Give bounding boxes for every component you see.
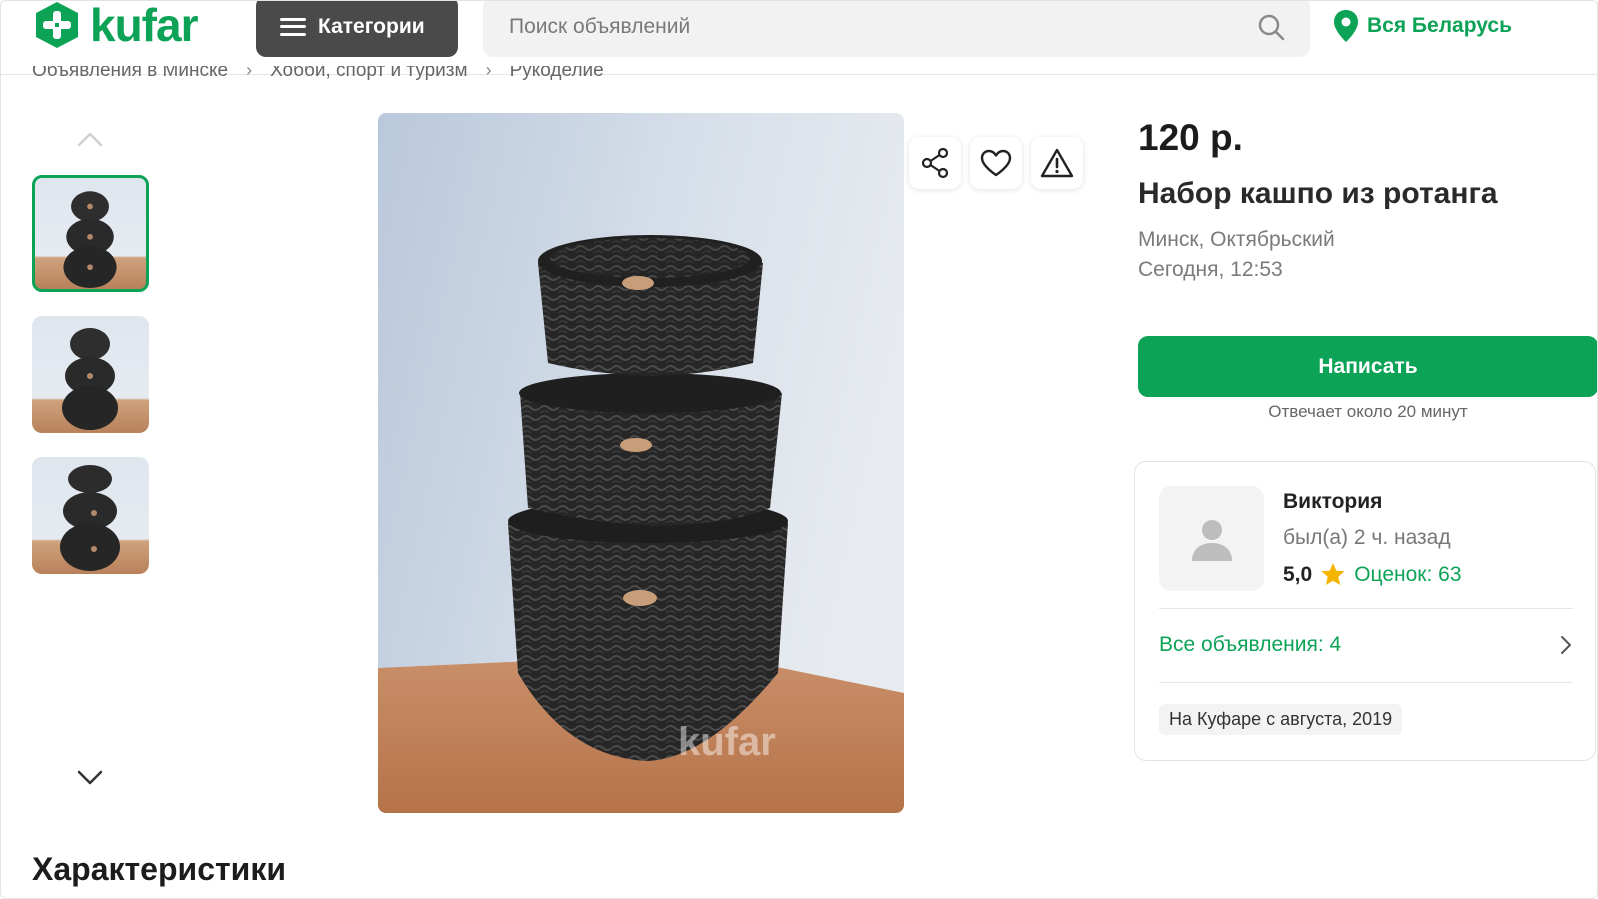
watermark: kufar xyxy=(678,720,776,764)
seller-last-seen: был(а) 2 ч. назад xyxy=(1283,526,1451,549)
heart-icon xyxy=(980,149,1012,177)
divider xyxy=(1159,608,1573,609)
seller-card: Виктория был(а) 2 ч. назад 5,0 Оценок: 6… xyxy=(1134,461,1596,761)
categories-button[interactable]: Категории xyxy=(256,0,458,57)
chevron-right-icon: › xyxy=(485,66,492,80)
share-icon xyxy=(921,147,949,179)
kufar-logo-icon xyxy=(36,2,78,48)
basket-thumbnail-image xyxy=(62,328,118,430)
gallery-thumbnail[interactable] xyxy=(32,175,149,292)
search-input[interactable] xyxy=(507,13,1256,40)
basket-thumbnail-image xyxy=(60,465,120,571)
search-icon[interactable] xyxy=(1256,12,1286,42)
main-photo[interactable]: kufar xyxy=(378,113,904,813)
search-bar xyxy=(483,0,1310,57)
all-ads-link[interactable]: Все объявления: 4 xyxy=(1159,620,1573,670)
listing-title: Набор кашпо из ротанга xyxy=(1138,177,1498,210)
share-button[interactable] xyxy=(909,137,961,189)
divider xyxy=(1159,682,1573,683)
kufar-logo[interactable]: kufar xyxy=(32,0,198,51)
basket-thumbnail-image xyxy=(63,191,117,289)
write-message-button[interactable]: Написать xyxy=(1138,336,1598,397)
gallery-thumbnail[interactable] xyxy=(32,316,149,433)
favorite-button[interactable] xyxy=(970,137,1022,189)
logo-wordmark: kufar xyxy=(90,0,198,51)
user-icon xyxy=(1191,519,1232,561)
menu-icon xyxy=(280,17,306,36)
categories-label: Категории xyxy=(318,14,425,38)
warning-icon xyxy=(1040,148,1074,178)
reviews-link[interactable]: Оценок: 63 xyxy=(1354,563,1461,587)
listing-price: 120 р. xyxy=(1138,117,1243,158)
region-label: Вся Беларусь xyxy=(1367,14,1513,37)
region-selector[interactable]: Вся Беларусь xyxy=(1333,9,1512,43)
report-button[interactable] xyxy=(1031,137,1083,189)
characteristics-heading: Характеристики xyxy=(32,851,287,887)
location-pin-icon xyxy=(1334,10,1358,42)
thumbnails-up-icon[interactable] xyxy=(77,131,103,147)
rating-value: 5,0 xyxy=(1283,562,1313,586)
chevron-right-icon xyxy=(1561,636,1571,654)
site-header: kufar Категории Вся Беларусь xyxy=(0,0,1598,75)
avatar[interactable] xyxy=(1159,486,1264,591)
rattan-baskets-photo: kufar xyxy=(378,113,904,813)
thumbnails-down-icon[interactable] xyxy=(77,770,103,786)
member-since-badge: На Куфаре с августа, 2019 xyxy=(1159,704,1403,735)
seller-name[interactable]: Виктория xyxy=(1283,490,1382,514)
seller-rating: 5,0 Оценок: 63 xyxy=(1283,562,1462,587)
all-ads-label: Все объявления: 4 xyxy=(1159,633,1342,656)
breadcrumb-item[interactable]: Объявления в Минске xyxy=(32,66,228,82)
gallery-thumbnail[interactable] xyxy=(32,457,149,574)
listing-date: Сегодня, 12:53 xyxy=(1138,258,1283,281)
chevron-right-icon: › xyxy=(246,66,253,80)
reply-time: Отвечает около 20 минут xyxy=(1268,402,1468,421)
listing-location: Минск, Октябрьский xyxy=(1138,228,1335,251)
breadcrumb-item[interactable]: Рукоделие xyxy=(510,66,604,82)
breadcrumb-item[interactable]: Хобби, спорт и туризм xyxy=(270,66,468,82)
breadcrumb: Объявления в Минске › Хобби, спорт и тур… xyxy=(32,66,604,84)
star-icon xyxy=(1321,563,1345,585)
